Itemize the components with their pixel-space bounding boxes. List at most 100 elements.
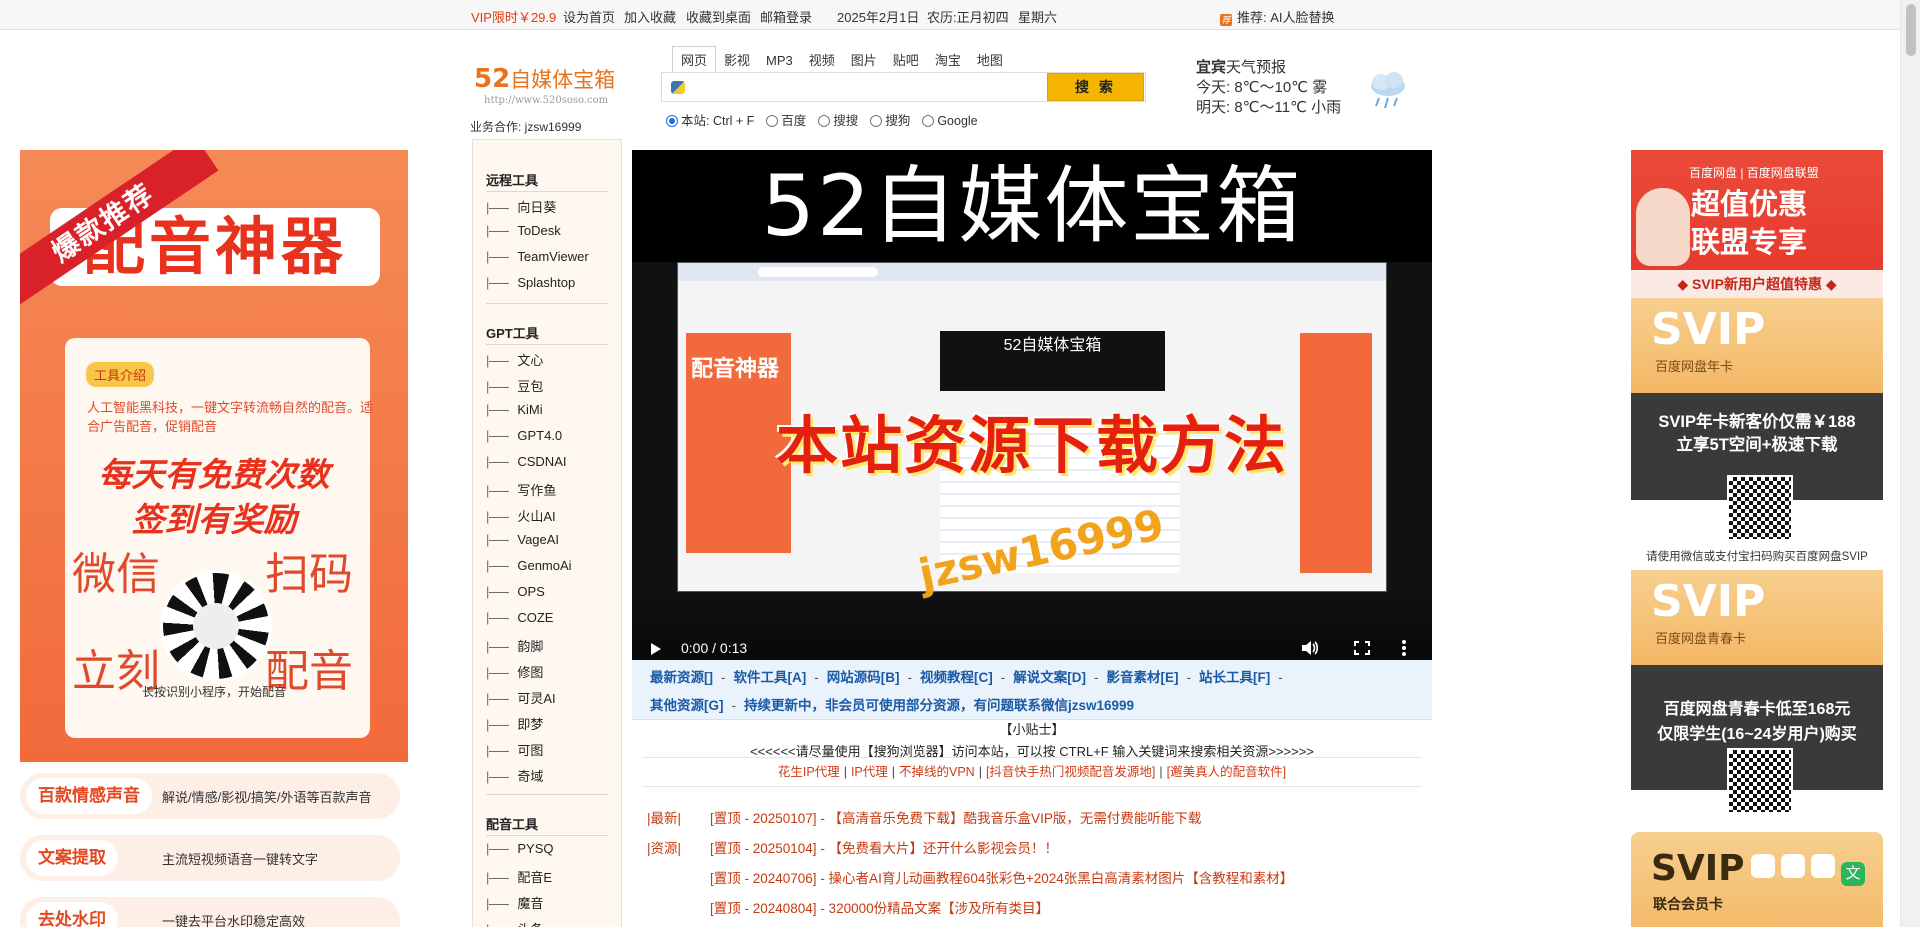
nav-item[interactable]: |------ VageAI [486,532,559,547]
news-item[interactable]: |资源| [置顶 - 20250104] - 【免费看大片】还开什么影视会员！！ [647,837,1058,857]
nav-item[interactable]: |------ 可图 [486,740,543,759]
news-title[interactable]: [置顶 - 20250107] - 【高清音乐免费下载】酷我音乐盒VIP版，无需… [710,811,1201,826]
radio-button[interactable] [922,115,935,127]
baidu-netdisk-ad[interactable]: 百度网盘 | 百度网盘联盟 超值优惠 联盟专享 ◆ SVIP新用户超值特惠 ◆ S… [1631,150,1883,927]
nav-item[interactable]: |------ 写作鱼 [486,480,556,499]
nav-item[interactable]: |------ 火山AI [486,506,556,525]
svip-annual-card[interactable]: SVIP 百度网盘年卡 SVIP年卡新客价仅需￥188 立享5T空间+极速下载 [1631,298,1883,500]
qr-code-youth [1727,748,1793,814]
search-tab[interactable]: 影视 [716,47,758,72]
news-title[interactable]: [置顶 - 20240706] - 操心者AI育儿动画教程604张彩色+2024… [710,871,1293,886]
nav-item[interactable]: |------ 修图 [486,662,543,681]
fullscreen-icon[interactable] [1354,641,1370,655]
volume-icon[interactable] [1302,641,1318,655]
nav-item[interactable]: |------ 文心 [486,350,543,369]
news-item[interactable]: [置顶 - 20240804] - 320000份精品文案【涉及所有类目】 [647,897,1049,917]
nav-item[interactable]: |------ GenmoAi [486,558,572,573]
add-favorite-link[interactable]: 加入收藏 [624,7,676,26]
partner-link[interactable]: 花生IP代理 [778,765,840,779]
news-item[interactable]: [置顶 - 20240706] - 操心者AI育儿动画教程604张彩色+2024… [647,867,1293,887]
nav-item-label: 写作鱼 [517,483,557,498]
video-mini-title: 52自媒体宝箱 [940,331,1165,391]
nav-item-prefix: |------ [486,402,509,417]
mascot-image [1636,188,1690,266]
resource-category-link[interactable]: 解说文案[D] [1013,670,1086,685]
resource-category-link[interactable]: 站长工具[F] [1199,670,1270,685]
news-item[interactable]: |最新| [置顶 - 20250107] - 【高清音乐免费下载】酷我音乐盒VIP… [647,807,1201,827]
nav-item[interactable]: |------ OPS [486,584,545,599]
nav-item[interactable]: |------ 豆包 [486,376,543,395]
search-tab[interactable]: 图片 [843,47,885,72]
resource-category-link[interactable]: 软件工具[A] [734,670,807,685]
resource-category-link[interactable]: 影音素材[E] [1107,670,1179,685]
more-options-icon[interactable] [1402,640,1406,656]
nav-item[interactable]: |------ CSDNAI [486,454,566,469]
news-title[interactable]: [置顶 - 20240804] - 320000份精品文案【涉及所有类目】 [710,901,1049,916]
partner-link[interactable]: IP代理 [851,765,888,779]
resource-link-other[interactable]: 其他资源[G] [650,698,724,713]
engine-option[interactable]: Google [922,114,978,128]
nav-item[interactable]: |------ GPT4.0 [486,428,562,443]
resource-category-link[interactable]: 视频教程[C] [920,670,993,685]
recommend-link[interactable]: 荐推荐: AI人脸替换 [1220,7,1335,26]
separator: - [1278,670,1283,685]
save-desktop-link[interactable]: 收藏到桌面 [686,7,751,26]
search-tab[interactable]: 视频 [801,47,843,72]
page-scrollbar[interactable] [1900,0,1920,927]
partner-link[interactable]: 不掉线的VPN [899,765,975,779]
radio-button[interactable] [818,115,831,127]
resource-category-link[interactable]: 网站源码[B] [827,670,900,685]
search-tab[interactable]: 地图 [969,47,1011,72]
nav-item-prefix: |------ [486,717,509,732]
engine-option[interactable]: 本站: Ctrl + F [666,114,754,128]
nav-item[interactable]: |------ 魔音 [486,893,543,912]
feature-name[interactable]: 文案提取 [26,840,118,876]
feature-pill[interactable]: 文案提取 主流短视频语音一键转文字 [20,835,400,881]
nav-item[interactable]: |------ 配音E [486,867,552,886]
nav-item[interactable]: |------ 头条 [486,919,543,927]
nav-item[interactable]: |------ TeamViewer [486,249,589,264]
separator: - [721,670,726,685]
nav-item-prefix: |------ [486,223,509,238]
feature-pill[interactable]: 去处水印 一键去平台水印稳定高效 [20,897,400,927]
radio-button[interactable] [666,115,678,127]
play-icon[interactable] [651,643,661,655]
nav-item[interactable]: |------ 奇域 [486,766,543,785]
search-tab[interactable]: 淘宝 [927,47,969,72]
feature-name[interactable]: 百款情感声音 [26,778,152,814]
partner-link[interactable]: [抖音快手热门视频配音发源地] [986,765,1155,779]
engine-option[interactable]: 百度 [766,114,806,128]
nav-item[interactable]: |------ PYSQ [486,841,553,856]
svip-joint-card[interactable]: SVIP 联合会员卡 文 [1631,832,1883,927]
dubbing-tool-ad[interactable]: 配音神器 爆款推荐 工具介绍 人工智能黑科技，一键文字转流畅自然的配音。适合广告… [20,150,408,762]
scrollbar-thumb[interactable] [1906,4,1916,56]
nav-item[interactable]: |------ KiMi [486,402,543,417]
radio-button[interactable] [870,115,883,127]
news-title[interactable]: [置顶 - 20250104] - 【免费看大片】还开什么影视会员！！ [710,841,1058,856]
nav-item[interactable]: |------ ToDesk [486,223,561,238]
set-home-link[interactable]: 设为首页 [563,7,615,26]
nav-item[interactable]: |------ 可灵AI [486,688,556,707]
search-tab[interactable]: 贴吧 [885,47,927,72]
nav-item[interactable]: |------ 即梦 [486,714,543,733]
radio-button[interactable] [766,115,779,127]
engine-option[interactable]: 搜狗 [870,114,910,128]
search-tab[interactable]: MP3 [758,50,801,71]
feature-pill[interactable]: 百款情感声音 解说/情感/影视/搞笑/外语等百款声音 [20,773,400,819]
resource-category-link[interactable]: 最新资源[] [650,670,713,685]
nav-item[interactable]: |------ 向日葵 [486,197,556,216]
feature-name[interactable]: 去处水印 [26,902,118,927]
nav-item[interactable]: |------ 韵脚 [486,636,543,655]
search-button[interactable]: 搜 索 [1047,73,1144,101]
site-logo[interactable]: 52自媒体宝箱 http://www.520soso.com [474,64,624,106]
mail-login-link[interactable]: 邮箱登录 [760,7,812,26]
partner-link[interactable]: [邂美真人的配音软件] [1167,765,1286,779]
nav-item[interactable]: |------ COZE [486,610,553,625]
nav-item[interactable]: |------ Splashtop [486,275,575,290]
search-input[interactable] [692,77,1092,97]
nav-item-label: 韵脚 [517,639,544,654]
search-tab[interactable]: 网页 [672,46,717,72]
vip-promo-link[interactable]: VIP限时￥29.9 [471,7,556,26]
engine-option[interactable]: 搜搜 [818,114,858,128]
tutorial-video-player[interactable]: 52自媒体宝箱 配音神器 52自媒体宝箱 本站资源下载方法 jzsw16999 … [632,150,1432,660]
